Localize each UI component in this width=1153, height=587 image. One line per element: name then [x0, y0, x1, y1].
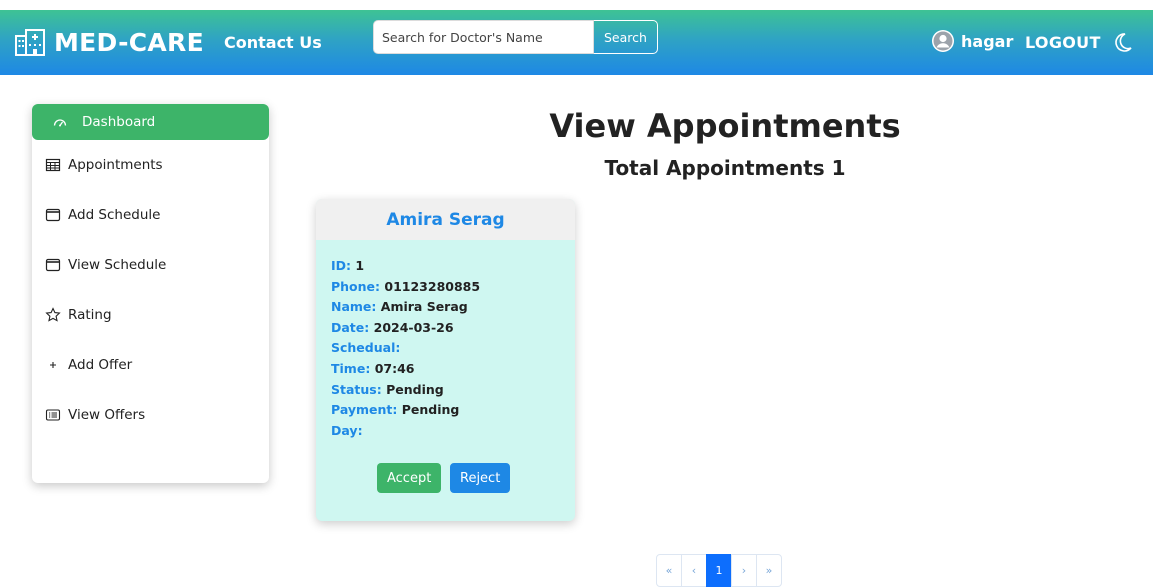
detail-time: Time: 07:46 — [331, 360, 415, 376]
sidebar-item-label: Dashboard — [82, 114, 156, 130]
pagination-page-1[interactable]: 1 — [706, 554, 732, 587]
detail-name: Name: Amira Serag — [331, 299, 468, 315]
calendar-icon — [45, 258, 61, 272]
sidebar-item-dashboard[interactable]: Dashboard — [32, 104, 269, 140]
hospital-icon — [15, 29, 45, 56]
search-button[interactable]: Search — [594, 20, 658, 54]
sidebar-item-label: Add Offer — [68, 357, 133, 373]
logout-button[interactable]: LOGOUT — [1025, 33, 1101, 52]
card-header: Amira Serag — [316, 199, 575, 240]
detail-phone: Phone: 01123280885 — [331, 278, 481, 294]
sidebar-item-view-offers[interactable]: View Offers — [32, 397, 269, 433]
sidebar-item-appointments[interactable]: Appointments — [32, 147, 269, 183]
sidebar-item-add-offer[interactable]: Add Offer — [32, 347, 269, 383]
sidebar-item-label: View Offers — [68, 407, 146, 423]
appointment-card: Amira Serag ID: 1 Phone: 01123280885 Nam… — [316, 199, 575, 521]
accept-button[interactable]: Accept — [377, 463, 442, 493]
brand[interactable]: MED-CARE — [14, 26, 204, 58]
appointment-details: ID: 1 Phone: 01123280885 Name: Amira Ser… — [331, 256, 480, 441]
pagination-next[interactable]: › — [731, 554, 757, 587]
list-card-icon — [45, 409, 61, 421]
contact-us-link[interactable]: Contact Us — [224, 33, 322, 52]
detail-schedule: Schedual: — [331, 340, 401, 356]
brand-name: MED-CARE — [54, 27, 204, 57]
pagination-prev[interactable]: ‹ — [681, 554, 707, 587]
pagination: « ‹ 1 › » — [656, 554, 782, 587]
sidebar-item-rating[interactable]: Rating — [32, 297, 269, 333]
detail-day: Day: — [331, 422, 363, 438]
page-title: View Appointments — [549, 107, 901, 145]
detail-status: Status: Pending — [331, 381, 444, 397]
reject-button[interactable]: Reject — [450, 463, 511, 493]
sidebar-item-view-schedule[interactable]: View Schedule — [32, 247, 269, 283]
search-input[interactable] — [373, 20, 594, 54]
table-icon — [45, 158, 61, 172]
detail-date: Date: 2024-03-26 — [331, 319, 454, 335]
moon-icon[interactable] — [1112, 31, 1134, 53]
patient-name-heading: Amira Serag — [386, 209, 505, 230]
user-avatar-icon — [932, 30, 954, 52]
star-icon — [45, 307, 61, 322]
sidebar-item-label: Rating — [68, 307, 112, 323]
user-menu[interactable]: hagar — [931, 29, 1013, 53]
top-navbar: MED-CARE Contact Us Search hagar LOGOUT — [0, 10, 1153, 75]
search-form: Search — [373, 20, 658, 54]
detail-payment: Payment: Pending — [331, 402, 460, 418]
pagination-last[interactable]: » — [756, 554, 782, 587]
sidebar-item-add-schedule[interactable]: Add Schedule — [32, 197, 269, 233]
sidebar-item-label: Appointments — [68, 157, 163, 173]
pagination-first[interactable]: « — [656, 554, 682, 587]
sidebar-item-label: View Schedule — [68, 257, 167, 273]
sidebar-item-label: Add Schedule — [68, 207, 161, 223]
plus-icon — [50, 362, 56, 368]
username: hagar — [961, 31, 1014, 51]
dashboard-icon — [53, 119, 67, 127]
total-appointments: Total Appointments 1 — [604, 156, 846, 180]
detail-id: ID: 1 — [331, 258, 365, 273]
sidebar: Dashboard Appointments Add Schedule View… — [32, 104, 269, 483]
calendar-icon — [45, 208, 61, 222]
